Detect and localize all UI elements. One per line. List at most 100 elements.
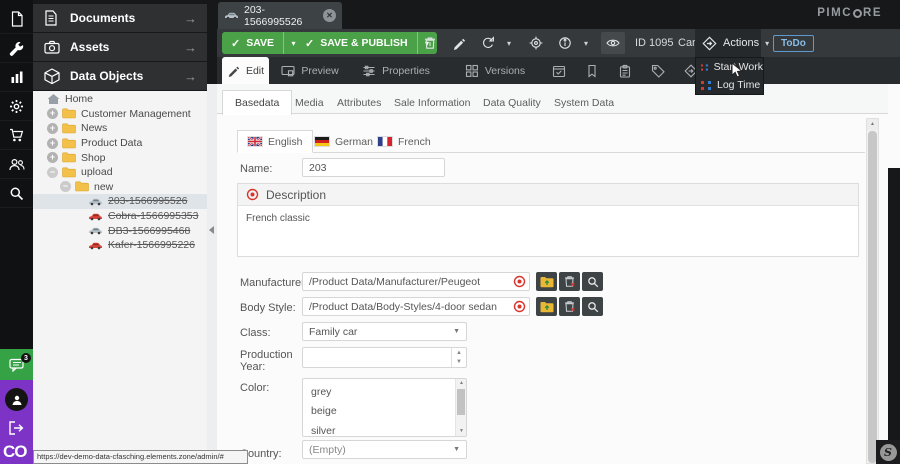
tools-icon[interactable] <box>0 34 33 63</box>
tree-item[interactable]: DB3-1566995468 <box>33 223 207 238</box>
scroll-thumb[interactable] <box>457 389 465 415</box>
tab-basedata[interactable]: Basedata <box>222 90 292 115</box>
uk-flag-icon <box>248 137 262 146</box>
chat-section[interactable]: 3 <box>0 349 33 380</box>
menu-item-log-time[interactable]: Log Time <box>696 76 763 94</box>
manufacturer-search-button[interactable] <box>582 272 603 291</box>
logout-icon[interactable] <box>8 420 25 436</box>
spinner-arrows[interactable]: ▲▼ <box>451 348 466 367</box>
info-button[interactable] <box>553 32 577 54</box>
users-icon[interactable] <box>0 150 33 179</box>
panel-open-arrow[interactable]: → <box>184 11 197 26</box>
tree-item[interactable]: − new <box>33 180 207 195</box>
description-header[interactable]: Description <box>238 184 858 206</box>
manufacturer-open-button[interactable] <box>536 272 557 291</box>
tab-sale-information[interactable]: Sale Information <box>382 90 482 115</box>
search-icon[interactable] <box>0 179 33 208</box>
name-input[interactable] <box>302 158 445 177</box>
country-select[interactable]: (Empty)▼ <box>302 440 467 459</box>
color-option[interactable]: silver <box>303 421 466 437</box>
expand-toggle[interactable]: + <box>47 108 58 119</box>
collapse-toggle[interactable]: − <box>47 167 58 178</box>
manufacturer-remove-button[interactable] <box>559 272 580 291</box>
file-icon[interactable] <box>0 5 33 34</box>
tab-notes[interactable] <box>578 57 605 84</box>
actions-button[interactable]: Actions ▾ <box>695 29 761 57</box>
expand-toggle[interactable]: + <box>47 138 58 149</box>
description-editor[interactable]: French classic <box>238 206 858 256</box>
settings-gear-icon[interactable] <box>0 92 33 121</box>
open-object-tab[interactable]: 203-1566995526 ✕ <box>218 2 342 29</box>
tab-schedule[interactable] <box>545 57 572 84</box>
color-option[interactable]: grey <box>303 382 466 402</box>
reload-button[interactable] <box>476 32 500 54</box>
listbox-scrollbar[interactable]: ▲ ▼ <box>455 379 466 436</box>
preview-eye-button[interactable] <box>601 32 625 54</box>
name-label: Name: <box>240 163 302 175</box>
locate-in-tree-button[interactable] <box>524 32 548 54</box>
lang-tab-french[interactable]: French <box>368 130 441 153</box>
manufacturer-target-icon <box>513 275 526 288</box>
panel-open-arrow[interactable]: → <box>184 69 197 84</box>
workflow-status-badge[interactable]: ToDo <box>773 35 814 52</box>
manufacturer-input[interactable] <box>302 272 530 291</box>
save-publish-button[interactable]: ✓SAVE & PUBLISH ▾ <box>296 32 437 54</box>
body-style-open-button[interactable] <box>536 297 557 316</box>
scroll-up-icon[interactable]: ▲ <box>867 119 878 130</box>
sidebar: Documents → Assets → Data Objects → Home… <box>33 0 207 464</box>
tree-item[interactable]: Cobra-1566995353 <box>33 209 207 224</box>
body-style-remove-button[interactable] <box>559 297 580 316</box>
color-listbox[interactable]: grey beige silver ▲ ▼ <box>302 378 467 437</box>
tree-item-selected[interactable]: 203-1566995526 <box>33 194 207 209</box>
tab-system-data[interactable]: System Data <box>542 90 626 115</box>
tab-reports[interactable] <box>611 57 638 84</box>
menu-item-start-work[interactable]: Start Work <box>696 58 763 76</box>
german-flag-icon <box>315 137 329 146</box>
scroll-thumb[interactable] <box>868 131 877 463</box>
panel-open-arrow[interactable]: → <box>184 40 197 55</box>
eye-icon <box>606 36 620 50</box>
sidebar-panel-data-objects[interactable]: Data Objects → <box>33 62 207 90</box>
sliders-icon <box>362 64 376 78</box>
reports-icon[interactable] <box>0 63 33 92</box>
tab-tags[interactable] <box>644 57 671 84</box>
info-dropdown-arrow[interactable]: ▾ <box>578 32 594 54</box>
close-tab-icon[interactable]: ✕ <box>323 9 336 22</box>
tab-versions[interactable]: Versions <box>454 57 536 84</box>
tab-edit[interactable]: Edit <box>222 57 269 84</box>
tab-data-quality[interactable]: Data Quality <box>471 90 553 115</box>
tree-item[interactable]: Kafer-1566995226 <box>33 238 207 253</box>
tree-item-home[interactable]: Home <box>33 92 207 107</box>
collapse-toggle[interactable]: − <box>60 181 71 192</box>
reload-dropdown-arrow[interactable]: ▾ <box>501 32 517 54</box>
chevron-down-icon: ▼ <box>453 328 460 335</box>
sidebar-panel-documents[interactable]: Documents → <box>33 4 207 32</box>
tree-item[interactable]: − upload <box>33 165 207 180</box>
tree-item[interactable]: + News <box>33 121 207 136</box>
body-style-search-button[interactable] <box>582 297 603 316</box>
save-button[interactable]: ✓SAVE ▾ <box>222 32 303 54</box>
body-style-input[interactable] <box>302 297 530 316</box>
rename-button[interactable] <box>447 32 471 54</box>
lang-tab-english[interactable]: English <box>237 130 313 153</box>
delete-button[interactable] <box>418 32 442 54</box>
tree-item[interactable]: + Shop <box>33 150 207 165</box>
collapse-sidebar-arrow[interactable] <box>209 226 214 234</box>
tab-preview[interactable]: Preview <box>273 57 347 84</box>
color-option[interactable]: beige <box>303 402 466 422</box>
content-scrollbar[interactable]: ▲ <box>866 118 879 464</box>
tab-properties[interactable]: Properties <box>351 57 441 84</box>
tree-item[interactable]: + Product Data <box>33 136 207 151</box>
sidebar-panel-assets[interactable]: Assets → <box>33 33 207 61</box>
symfony-profiler-badge[interactable]: S <box>876 440 900 464</box>
sidebar-splitter[interactable] <box>207 84 217 464</box>
expand-toggle[interactable]: + <box>47 152 58 163</box>
expand-toggle[interactable]: + <box>47 123 58 134</box>
tree-item[interactable]: + Customer Management <box>33 107 207 122</box>
right-collapsed-panel[interactable] <box>888 168 900 464</box>
avatar[interactable] <box>5 388 28 411</box>
class-select[interactable]: Family car▼ <box>302 322 467 341</box>
panel-label: Data Objects <box>70 69 143 83</box>
ecommerce-cart-icon[interactable] <box>0 121 33 150</box>
production-year-spinner[interactable]: ▲▼ <box>302 347 467 368</box>
